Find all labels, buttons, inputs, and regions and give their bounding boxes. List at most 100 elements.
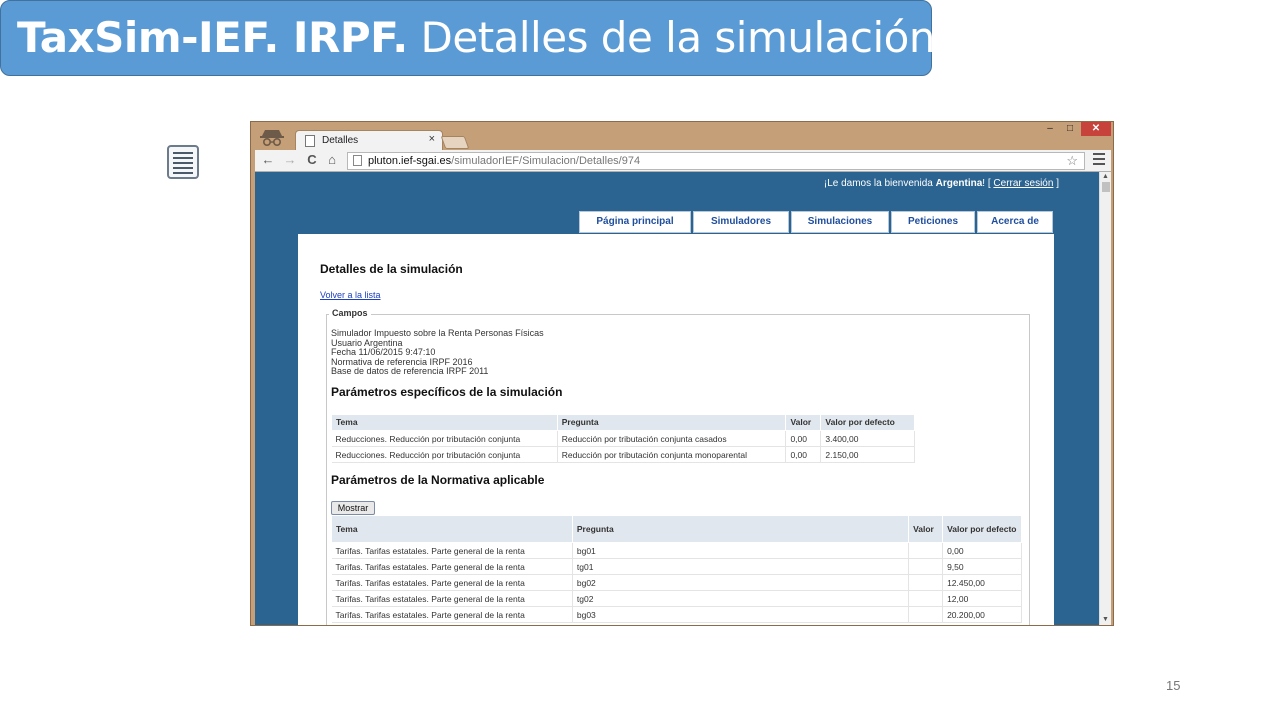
- table-cell: tg02: [572, 590, 910, 607]
- table-cell: [908, 542, 944, 559]
- table-cell: [908, 590, 944, 607]
- fieldset-legend: Campos: [329, 308, 371, 318]
- welcome-suffix: ]: [1053, 178, 1059, 189]
- column-header: Valor por defecto: [820, 414, 915, 431]
- browser-toolbar: ← → C ⌂ pluton.ief-sgai.es/simuladorIEF/…: [255, 150, 1111, 172]
- table-cell: bg03: [572, 606, 910, 623]
- welcome-user: Argentina: [935, 178, 983, 189]
- slide-title-bold: TaxSim-IEF. IRPF.: [17, 13, 408, 62]
- bookmark-star-icon[interactable]: ☆: [1066, 153, 1078, 169]
- table-row: Reducciones. Reducción por tributación c…: [331, 446, 915, 463]
- slide-title-rest: Detalles de la simulación: [407, 13, 936, 62]
- scroll-up-arrow-icon[interactable]: ▲: [1102, 173, 1109, 180]
- tab-bar: Detalles × – □ ✕: [251, 122, 1113, 151]
- table-cell: 20.200,00: [942, 606, 1022, 623]
- column-header: Tema: [331, 515, 573, 543]
- column-header: Valor por defecto: [942, 515, 1022, 543]
- table-cell: tg01: [572, 558, 910, 575]
- table-cell: 2.150,00: [820, 446, 915, 463]
- regulation-params-heading: Parámetros de la Normativa aplicable: [331, 473, 545, 487]
- slide-title: TaxSim-IEF. IRPF. Detalles de la simulac…: [17, 13, 935, 62]
- table-cell: [908, 606, 944, 623]
- table-row: Tarifas. Tarifas estatales. Parte genera…: [331, 606, 1022, 623]
- page-icon: [305, 135, 315, 147]
- slide-title-banner: TaxSim-IEF. IRPF. Detalles de la simulac…: [0, 0, 935, 76]
- close-window-button[interactable]: ✕: [1081, 122, 1111, 136]
- document-icon: [167, 145, 199, 179]
- table-row: Reducciones. Reducción por tributación c…: [331, 430, 915, 447]
- table-cell: [908, 558, 944, 575]
- table-row: Tarifas. Tarifas estatales. Parte genera…: [331, 574, 1022, 591]
- table-cell: 0,00: [785, 430, 822, 447]
- fields-fieldset: Campos Simulador Impuesto sobre la Renta…: [326, 308, 1030, 625]
- regulation-params-table: Tema Pregunta Valor Valor por defecto Ta…: [331, 515, 1022, 623]
- simulation-info: Simulador Impuesto sobre la Renta Person…: [331, 328, 544, 377]
- menu-item-about[interactable]: Acerca de: [977, 211, 1053, 233]
- table-cell: 3.400,00: [820, 430, 915, 447]
- info-database: Base de datos de referencia IRPF 2011: [331, 366, 489, 376]
- table-cell: 12,00: [942, 590, 1022, 607]
- menu-item-requests[interactable]: Peticiones: [891, 211, 975, 233]
- incognito-icon: [260, 130, 284, 147]
- column-header: Valor: [908, 515, 944, 543]
- table-cell: 0,00: [942, 542, 1022, 559]
- logout-link[interactable]: Cerrar sesión: [993, 178, 1053, 189]
- menu-icon[interactable]: [1093, 153, 1105, 165]
- table-cell: Reducción por tributación conjunta casad…: [557, 430, 787, 447]
- menu-item-home[interactable]: Página principal: [579, 211, 691, 233]
- table-row: Tarifas. Tarifas estatales. Parte genera…: [331, 590, 1022, 607]
- column-header: Valor: [785, 414, 822, 431]
- table-cell: 12.450,00: [942, 574, 1022, 591]
- url-path: /simuladorIEF/Simulacion/Detalles/974: [451, 155, 641, 167]
- minimize-button[interactable]: –: [1041, 122, 1059, 136]
- table-cell: 9,50: [942, 558, 1022, 575]
- column-header: Pregunta: [556, 414, 787, 431]
- menu-item-simulations[interactable]: Simulaciones: [791, 211, 889, 233]
- welcome-mid: ! [: [982, 178, 994, 189]
- tab-title: Detalles: [322, 135, 359, 146]
- scrollbar-thumb[interactable]: [1102, 182, 1110, 192]
- specific-params-heading: Parámetros específicos de la simulación: [331, 385, 563, 399]
- page-title: Detalles de la simulación: [320, 262, 463, 276]
- address-bar[interactable]: pluton.ief-sgai.es/simuladorIEF/Simulaci…: [347, 152, 1085, 170]
- vertical-scrollbar[interactable]: ▲ ▼: [1099, 172, 1111, 625]
- table-cell: Reducciones. Reducción por tributación c…: [331, 430, 558, 447]
- table-cell: Tarifas. Tarifas estatales. Parte genera…: [331, 558, 573, 575]
- browser-window: Detalles × – □ ✕ ← → C ⌂ pluton.ief-sgai…: [250, 121, 1114, 626]
- welcome-prefix: ¡Le damos la bienvenida: [823, 178, 936, 189]
- back-to-list-link[interactable]: Volver a la lista: [320, 290, 381, 300]
- tab-close-icon[interactable]: ×: [429, 133, 435, 145]
- back-arrow-icon[interactable]: ←: [259, 152, 277, 167]
- welcome-message: ¡Le damos la bienvenida Argentina! [ Cer…: [824, 178, 1059, 189]
- content-panel: Detalles de la simulación Volver a la li…: [298, 234, 1054, 625]
- specific-params-table: Tema Pregunta Valor Valor por defecto Re…: [331, 414, 915, 463]
- new-tab-button[interactable]: [440, 136, 470, 149]
- url-text: pluton.ief-sgai.es/simuladorIEF/Simulaci…: [368, 155, 640, 167]
- page-icon: [353, 155, 362, 166]
- menu-item-simulators[interactable]: Simuladores: [693, 211, 789, 233]
- url-host: pluton.ief-sgai.es: [368, 155, 452, 167]
- forward-arrow-icon[interactable]: →: [281, 152, 299, 167]
- table-row: Tarifas. Tarifas estatales. Parte genera…: [331, 542, 1022, 559]
- table-cell: bg01: [572, 542, 910, 559]
- table-cell: Tarifas. Tarifas estatales. Parte genera…: [331, 542, 573, 559]
- slide: TaxSim-IEF. IRPF. Detalles de la simulac…: [0, 0, 1280, 720]
- table-cell: [908, 574, 944, 591]
- scroll-down-arrow-icon[interactable]: ▼: [1102, 616, 1109, 623]
- column-header: Pregunta: [571, 515, 910, 543]
- table-cell: Reducciones. Reducción por tributación c…: [331, 446, 558, 463]
- page-viewport: ¡Le damos la bienvenida Argentina! [ Cer…: [255, 172, 1111, 625]
- table-cell: bg02: [572, 574, 910, 591]
- maximize-button[interactable]: □: [1061, 122, 1079, 136]
- page-number: 15: [1166, 678, 1181, 693]
- show-button[interactable]: Mostrar: [331, 501, 375, 515]
- table-cell: Tarifas. Tarifas estatales. Parte genera…: [331, 606, 573, 623]
- table-cell: Tarifas. Tarifas estatales. Parte genera…: [331, 574, 573, 591]
- column-header: Tema: [331, 414, 558, 431]
- table-cell: Tarifas. Tarifas estatales. Parte genera…: [331, 590, 573, 607]
- table-row: Tarifas. Tarifas estatales. Parte genera…: [331, 558, 1022, 575]
- table-cell: 0,00: [785, 446, 822, 463]
- reload-icon[interactable]: C: [303, 152, 321, 167]
- browser-tab[interactable]: Detalles ×: [295, 130, 443, 151]
- home-icon[interactable]: ⌂: [323, 152, 341, 167]
